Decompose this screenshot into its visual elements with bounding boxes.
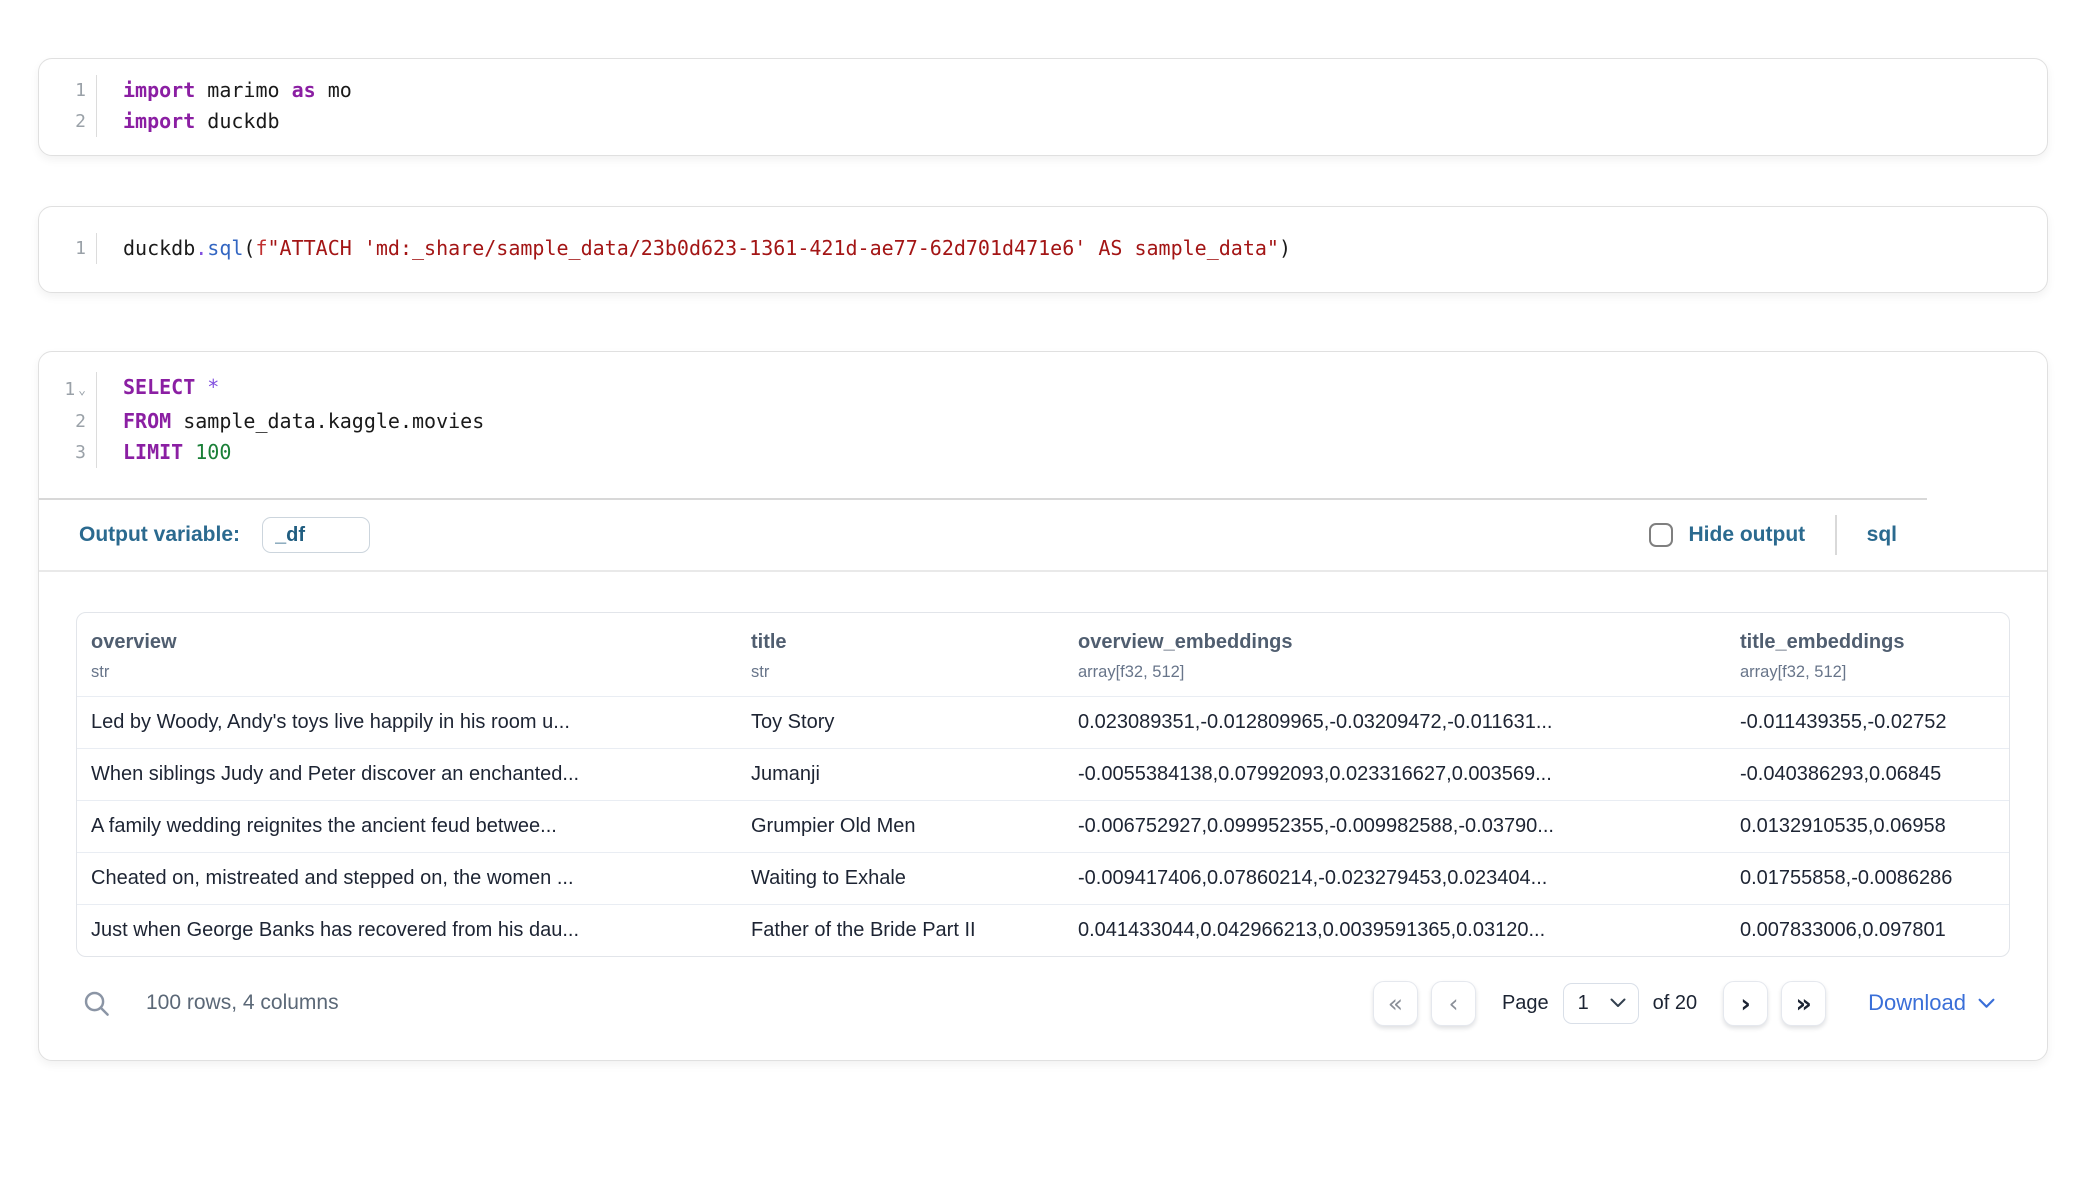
code-line: 3 LIMIT 100 — [39, 437, 2047, 468]
table-row[interactable]: A family wedding reignites the ancient f… — [77, 800, 2010, 852]
code-text[interactable]: import marimo as mo — [97, 75, 352, 106]
table-row[interactable]: When siblings Judy and Peter discover an… — [77, 748, 2010, 800]
output-variable-input[interactable] — [262, 517, 370, 553]
line-number: 3 — [39, 437, 97, 468]
operator-token: * — [195, 375, 219, 399]
column-header-title[interactable]: title str — [737, 613, 1064, 697]
keyword-token: SELECT — [123, 375, 195, 399]
last-page-button[interactable]: » — [1781, 981, 1826, 1026]
sql-cell: 1⌄ SELECT * 2 FROM sample_data.kaggle.mo… — [38, 351, 2048, 1061]
fstring-prefix-token: f — [255, 236, 267, 260]
cell-overview-embeddings: 0.041433044,0.042966213,0.0039591365,0.0… — [1064, 904, 1726, 956]
cell-title-embeddings: -0.011439355,-0.02752 — [1726, 696, 2010, 748]
code-text[interactable]: FROM sample_data.kaggle.movies — [97, 406, 484, 437]
table-row[interactable]: Just when George Banks has recovered fro… — [77, 904, 2010, 956]
next-page-button[interactable]: › — [1723, 981, 1768, 1026]
double-chevron-right-icon: » — [1796, 989, 1812, 1018]
line-number: 1⌄ — [39, 372, 97, 406]
output-variable-bar: Output variable: Hide output sql — [39, 500, 2047, 570]
hide-output-label: Hide output — [1689, 523, 1806, 547]
cell-overview: When siblings Judy and Peter discover an… — [77, 748, 737, 800]
code-fold-chevron-icon[interactable]: ⌄ — [78, 375, 86, 406]
search-icon[interactable] — [81, 988, 112, 1019]
vertical-divider — [1835, 515, 1837, 555]
query-output-area: overview str title str overview_embeddin… — [39, 572, 2047, 957]
code-token: . — [195, 236, 207, 260]
page-label: Page — [1502, 992, 1549, 1015]
code-line: 1 import marimo as mo — [39, 75, 2047, 106]
code-token: marimo — [195, 78, 291, 102]
line-number: 2 — [39, 106, 97, 137]
code-line: 1⌄ SELECT * — [39, 372, 2047, 406]
cell-title-embeddings: 0.01755858,-0.0086286 — [1726, 852, 2010, 904]
code-line: 2 FROM sample_data.kaggle.movies — [39, 406, 2047, 437]
cell-overview: Cheated on, mistreated and stepped on, t… — [77, 852, 737, 904]
keyword-token: as — [292, 78, 316, 102]
cell-overview-embeddings: -0.006752927,0.099952355,-0.009982588,-0… — [1064, 800, 1726, 852]
chevron-down-icon — [1610, 998, 1626, 1008]
result-table: overview str title str overview_embeddin… — [76, 612, 2010, 957]
column-header-title-embeddings[interactable]: title_embeddings array[f32, 512] — [1726, 613, 2010, 697]
cell-title-embeddings: 0.0132910535,0.06958 — [1726, 800, 2010, 852]
code-token: ( — [243, 236, 255, 260]
cell-title: Jumanji — [737, 748, 1064, 800]
table-header-row: overview str title str overview_embeddin… — [77, 613, 2010, 697]
double-chevron-left-icon: « — [1388, 989, 1403, 1018]
cell-title-embeddings: -0.040386293,0.06845 — [1726, 748, 2010, 800]
cell-title: Waiting to Exhale — [737, 852, 1064, 904]
cell-overview: Just when George Banks has recovered fro… — [77, 904, 737, 956]
function-token: sql — [207, 236, 243, 260]
code-text[interactable]: duckdb.sql(f"ATTACH 'md:_share/sample_da… — [97, 233, 1291, 264]
code-token: mo — [316, 78, 352, 102]
cell-overview: Led by Woody, Andy's toys live happily i… — [77, 696, 737, 748]
code-token: duckdb — [195, 109, 279, 133]
code-cell-attach[interactable]: 1 duckdb.sql(f"ATTACH 'md:_share/sample_… — [38, 206, 2048, 293]
column-header-overview-embeddings[interactable]: overview_embeddings array[f32, 512] — [1064, 613, 1726, 697]
keyword-token: FROM — [123, 409, 171, 433]
cell-overview-embeddings: -0.0055384138,0.07992093,0.023316627,0.0… — [1064, 748, 1726, 800]
code-text[interactable]: SELECT * — [97, 372, 219, 406]
chevron-left-icon: ‹ — [1448, 989, 1458, 1018]
sql-code-editor[interactable]: 1⌄ SELECT * 2 FROM sample_data.kaggle.mo… — [39, 372, 2047, 468]
code-token: sample_data.kaggle.movies — [171, 409, 484, 433]
table-footer: 100 rows, 4 columns « ‹ Page 1 of 20 › »… — [39, 957, 2047, 1046]
chevron-down-icon — [1978, 998, 1995, 1009]
keyword-token: import — [123, 78, 195, 102]
cell-overview-embeddings: 0.023089351,-0.012809965,-0.03209472,-0.… — [1064, 696, 1726, 748]
string-token: "ATTACH 'md:_share/sample_data/23b0d623-… — [268, 236, 1279, 260]
code-line: 2 import duckdb — [39, 106, 2047, 137]
number-token: 100 — [183, 440, 231, 464]
cell-title: Grumpier Old Men — [737, 800, 1064, 852]
keyword-token: LIMIT — [123, 440, 183, 464]
line-number: 1 — [39, 75, 97, 106]
hide-output-checkbox[interactable] — [1649, 523, 1673, 547]
code-text[interactable]: import duckdb — [97, 106, 280, 137]
total-pages-label: of 20 — [1653, 992, 1697, 1015]
code-token: ) — [1279, 236, 1291, 260]
cell-title: Father of the Bride Part II — [737, 904, 1064, 956]
first-page-button[interactable]: « — [1373, 981, 1418, 1026]
output-variable-label: Output variable: — [79, 523, 240, 547]
page-number-select[interactable]: 1 — [1563, 983, 1639, 1024]
column-header-overview[interactable]: overview str — [77, 613, 737, 697]
code-text[interactable]: LIMIT 100 — [97, 437, 231, 468]
keyword-token: import — [123, 109, 195, 133]
code-token: duckdb — [123, 236, 195, 260]
chevron-right-icon: › — [1741, 989, 1751, 1018]
cell-overview-embeddings: -0.009417406,0.07860214,-0.023279453,0.0… — [1064, 852, 1726, 904]
code-line: 1 duckdb.sql(f"ATTACH 'md:_share/sample_… — [39, 233, 2047, 264]
download-button[interactable]: Download — [1868, 990, 1995, 1016]
table-row[interactable]: Led by Woody, Andy's toys live happily i… — [77, 696, 2010, 748]
table-row[interactable]: Cheated on, mistreated and stepped on, t… — [77, 852, 2010, 904]
cell-title: Toy Story — [737, 696, 1064, 748]
cell-title-embeddings: 0.007833006,0.097801 — [1726, 904, 2010, 956]
sql-language-badge: sql — [1867, 523, 1897, 547]
line-number: 1 — [39, 233, 97, 264]
cell-overview: A family wedding reignites the ancient f… — [77, 800, 737, 852]
row-count-summary: 100 rows, 4 columns — [146, 991, 339, 1015]
previous-page-button[interactable]: ‹ — [1431, 981, 1476, 1026]
line-number: 2 — [39, 406, 97, 437]
code-cell-imports[interactable]: 1 import marimo as mo 2 import duckdb — [38, 58, 2048, 156]
